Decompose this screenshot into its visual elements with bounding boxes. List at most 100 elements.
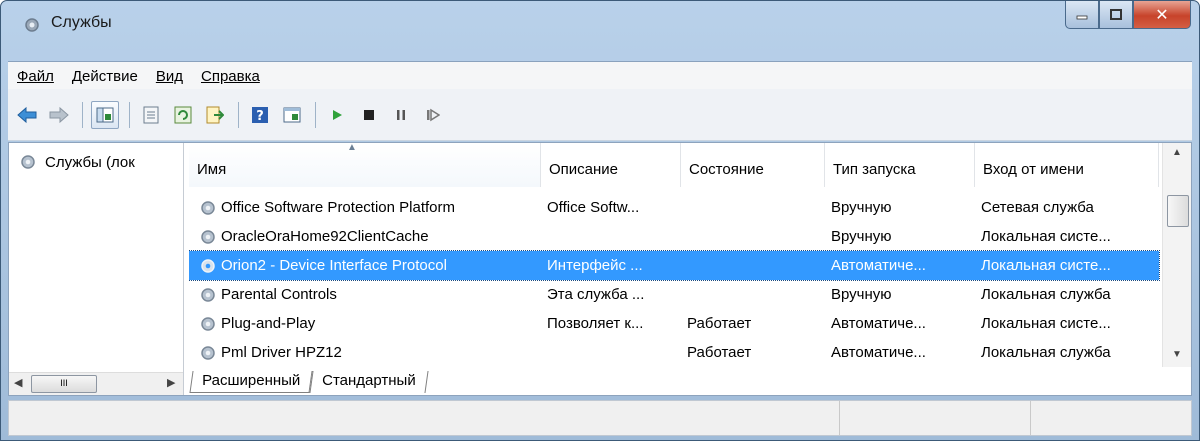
service-startup-type: Вручную bbox=[831, 228, 892, 245]
scroll-left-arrow-icon[interactable]: ◀ bbox=[14, 376, 22, 389]
column-header-logon-as[interactable]: Вход от имени bbox=[975, 143, 1159, 187]
table-row[interactable]: Plug-and-Play Позволяет к... Работает Ав… bbox=[189, 309, 1159, 338]
menu-file[interactable]: Файл bbox=[8, 68, 63, 85]
column-header-startup-type[interactable]: Тип запуска bbox=[825, 143, 975, 187]
properties-icon bbox=[143, 106, 159, 123]
toolbar-separator bbox=[315, 101, 316, 128]
services-gear-icon bbox=[21, 155, 35, 169]
scroll-down-arrow-icon[interactable]: ▼ bbox=[1172, 349, 1182, 360]
refresh-button[interactable] bbox=[170, 102, 196, 128]
tree-item-services-local[interactable]: Службы (лок bbox=[19, 153, 135, 171]
toolbar: ? bbox=[8, 89, 1192, 141]
service-name: Office Software Protection Platform bbox=[221, 199, 455, 216]
maximize-icon bbox=[1110, 8, 1122, 20]
sort-ascending-icon: ▲ bbox=[347, 143, 357, 153]
service-name: Plug-and-Play bbox=[221, 315, 316, 332]
service-name: Pml Driver HPZ12 bbox=[221, 344, 342, 361]
refresh-icon bbox=[174, 106, 192, 123]
menu-view[interactable]: Вид bbox=[147, 68, 192, 85]
console-tree: Службы (лок ◀ III ▶ bbox=[9, 143, 184, 395]
pause-icon bbox=[397, 109, 405, 120]
table-row[interactable]: OracleOraHome92ClientCache Вручную Локал… bbox=[189, 222, 1159, 251]
tab-standard[interactable]: Стандартный bbox=[309, 371, 429, 393]
status-panel bbox=[9, 401, 840, 435]
status-bar bbox=[8, 400, 1192, 436]
table-row[interactable]: Office Software Protection Platform Offi… bbox=[189, 193, 1159, 222]
help-icon: ? bbox=[252, 106, 268, 124]
show-action-pane-button[interactable] bbox=[279, 102, 305, 128]
service-description: Office Softw... bbox=[547, 199, 640, 216]
back-button[interactable] bbox=[14, 102, 40, 128]
services-window: Службы ✕ Файл Действие Вид Справка ? Слу… bbox=[0, 0, 1200, 441]
menu-help[interactable]: Справка bbox=[192, 68, 269, 85]
status-panel bbox=[1031, 401, 1191, 435]
scroll-right-arrow-icon[interactable]: ▶ bbox=[167, 376, 175, 389]
service-logon-as: Локальная служба bbox=[981, 344, 1111, 361]
properties-button[interactable] bbox=[138, 102, 164, 128]
scrollbar-thumb[interactable]: III bbox=[31, 375, 97, 393]
list-header: ▲ Имя Описание Состояние Тип запуска Вхо… bbox=[189, 143, 1159, 187]
start-service-button[interactable] bbox=[324, 102, 350, 128]
forward-button[interactable] bbox=[46, 102, 72, 128]
view-tabs: Расширенный Стандартный bbox=[189, 369, 429, 393]
scroll-up-arrow-icon[interactable]: ▲ bbox=[1172, 147, 1182, 158]
service-gear-icon bbox=[201, 200, 215, 215]
stop-icon bbox=[364, 109, 374, 120]
close-button[interactable]: ✕ bbox=[1133, 1, 1191, 29]
table-row-selected[interactable]: Orion2 - Device Interface Protocol Интер… bbox=[189, 250, 1160, 281]
column-header-state[interactable]: Состояние bbox=[681, 143, 825, 187]
table-row[interactable]: Pml Driver HPZ12 Работает Автоматиче... … bbox=[189, 338, 1159, 367]
toolbar-separator bbox=[238, 101, 239, 128]
tab-extended[interactable]: Расширенный bbox=[189, 371, 313, 393]
menu-action[interactable]: Действие bbox=[63, 68, 147, 85]
service-gear-icon bbox=[201, 287, 215, 302]
pause-service-button[interactable] bbox=[388, 102, 414, 128]
help-button[interactable]: ? bbox=[247, 102, 273, 128]
service-description: Позволяет к... bbox=[547, 315, 644, 332]
column-header-description[interactable]: Описание bbox=[541, 143, 681, 187]
window-title: Службы bbox=[51, 14, 112, 31]
status-panel bbox=[840, 401, 1031, 435]
toolbar-separator bbox=[129, 101, 130, 128]
service-gear-icon bbox=[201, 229, 215, 244]
table-row[interactable]: Parental Controls Эта служба ... Вручную… bbox=[189, 280, 1159, 309]
title-bar[interactable]: Службы ✕ bbox=[1, 1, 1199, 47]
tree-horizontal-scrollbar[interactable]: ◀ III ▶ bbox=[9, 372, 183, 395]
service-name: OracleOraHome92ClientCache bbox=[221, 228, 429, 245]
main-area: Службы (лок ◀ III ▶ ▲ Имя Описание Состо… bbox=[8, 142, 1192, 396]
action-pane-icon bbox=[283, 107, 301, 122]
service-description: Интерфейс ... bbox=[547, 257, 643, 274]
service-logon-as: Локальная систе... bbox=[981, 315, 1111, 332]
close-icon: ✕ bbox=[1155, 6, 1169, 24]
service-startup-type: Вручную bbox=[831, 286, 892, 303]
service-startup-type: Автоматиче... bbox=[831, 257, 926, 274]
services-gear-icon bbox=[25, 18, 39, 32]
toolbar-separator bbox=[82, 101, 83, 128]
show-hide-console-tree-button[interactable] bbox=[91, 100, 119, 129]
list-vertical-scrollbar[interactable]: ▲ ▼ bbox=[1162, 143, 1191, 367]
scrollbar-thumb[interactable] bbox=[1167, 195, 1189, 227]
tree-item-label: Службы (лок bbox=[45, 153, 135, 171]
service-name: Parental Controls bbox=[221, 286, 337, 303]
service-startup-type: Автоматиче... bbox=[831, 344, 926, 361]
console-tree-icon bbox=[96, 107, 114, 122]
stop-service-button[interactable] bbox=[356, 102, 382, 128]
services-list: ▲ Имя Описание Состояние Тип запуска Вхо… bbox=[189, 143, 1191, 367]
service-description: Эта служба ... bbox=[547, 286, 645, 303]
back-arrow-icon bbox=[17, 106, 37, 123]
play-icon bbox=[333, 109, 342, 120]
maximize-button[interactable] bbox=[1099, 1, 1133, 29]
export-list-icon bbox=[206, 106, 224, 123]
column-header-name[interactable]: ▲ Имя bbox=[189, 143, 541, 187]
service-state: Работает bbox=[687, 344, 752, 361]
service-startup-type: Вручную bbox=[831, 199, 892, 216]
restart-service-button[interactable] bbox=[420, 102, 446, 128]
service-logon-as: Сетевая служба bbox=[981, 199, 1094, 216]
service-startup-type: Автоматиче... bbox=[831, 315, 926, 332]
export-list-button[interactable] bbox=[202, 102, 228, 128]
service-gear-icon bbox=[201, 345, 215, 360]
minimize-button[interactable] bbox=[1065, 1, 1099, 29]
service-state: Работает bbox=[687, 315, 752, 332]
restart-icon bbox=[427, 108, 440, 121]
service-gear-icon bbox=[201, 258, 215, 273]
